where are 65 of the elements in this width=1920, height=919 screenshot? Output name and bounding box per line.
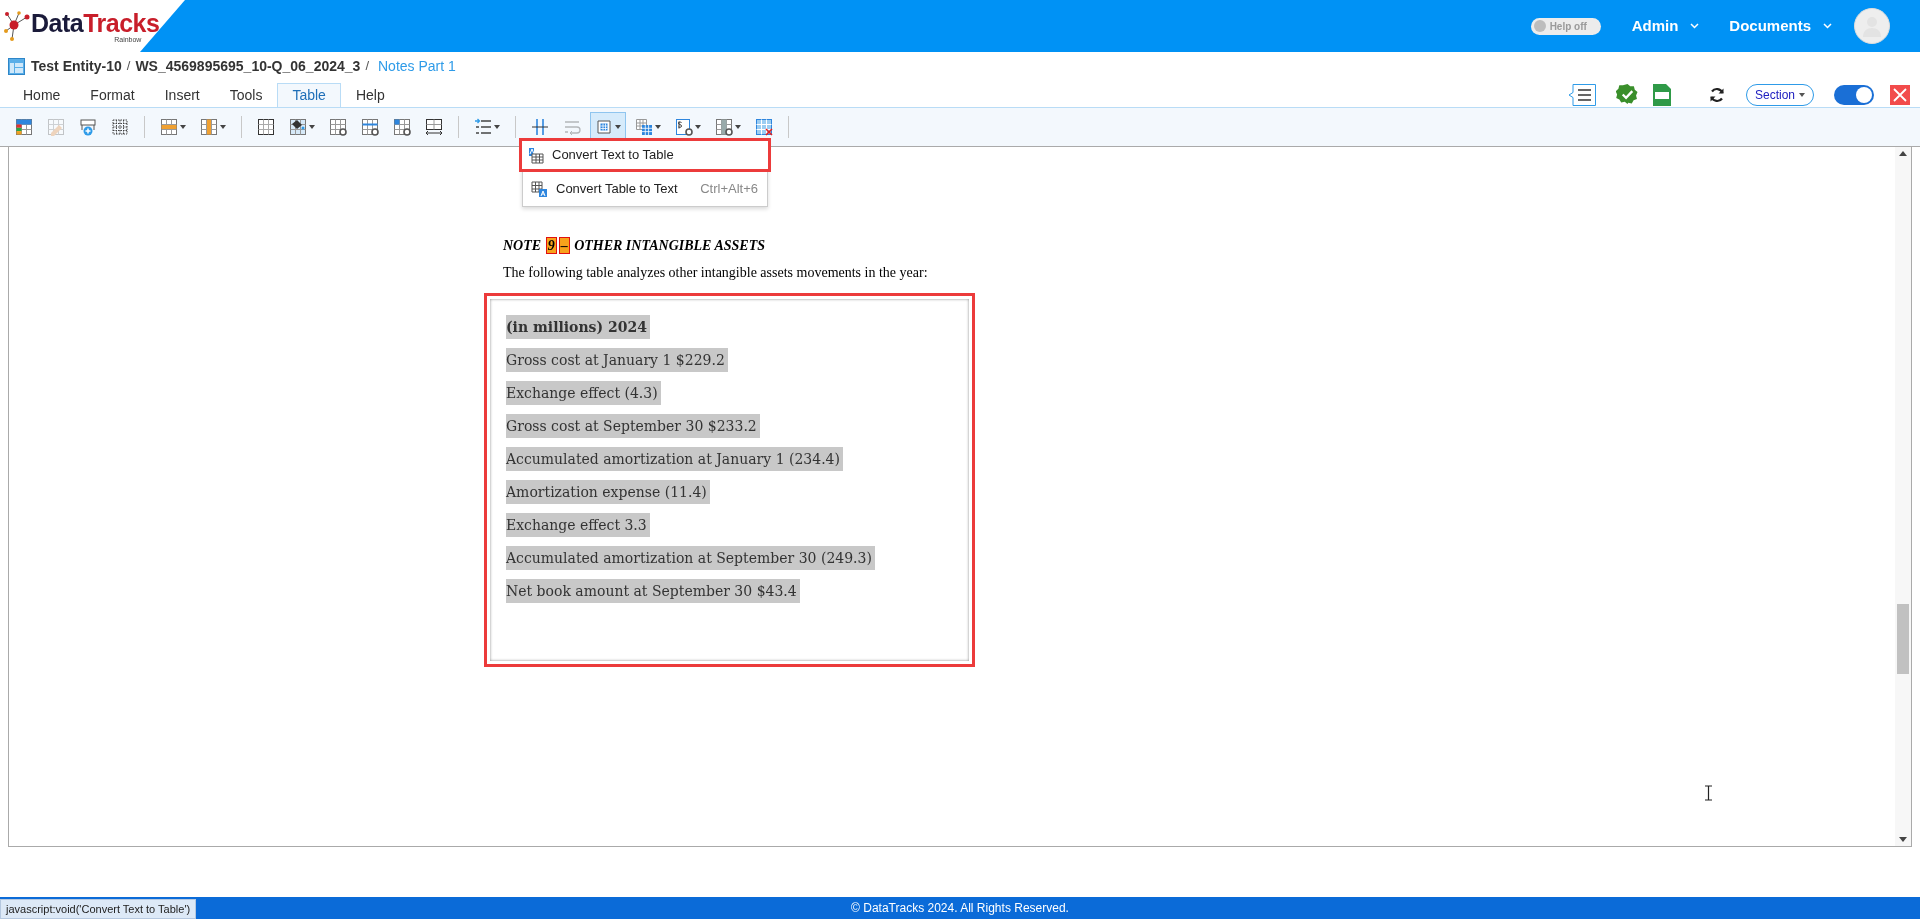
colored-table-icon <box>15 118 33 136</box>
scrollbar[interactable] <box>1895 147 1911 846</box>
ribbon-tab[interactable]: Format <box>75 83 150 107</box>
dotted-grid-icon <box>111 118 129 136</box>
fill-bucket-icon <box>289 118 307 136</box>
caret-icon <box>615 125 621 129</box>
section-dropdown[interactable]: Section <box>1745 83 1814 106</box>
scroll-up-icon[interactable] <box>1899 151 1907 156</box>
table-convert-icon <box>595 118 613 136</box>
copyright-text: © DataTracks 2024. All Rights Reserved. <box>851 900 1069 917</box>
currency-table-icon <box>675 118 693 136</box>
table-add-icon <box>79 118 97 136</box>
table-gear-icon <box>361 118 379 136</box>
comment-list-icon[interactable] <box>1566 82 1597 107</box>
chevron-down-icon <box>1823 23 1832 29</box>
verified-badge-icon[interactable] <box>1615 83 1639 106</box>
close-button[interactable] <box>1890 84 1910 105</box>
caret-icon <box>494 125 500 129</box>
table-pencil-icon <box>47 118 65 136</box>
table-resize-icon <box>425 118 443 136</box>
shortcut-text: Ctrl+Alt+6 <box>700 180 758 199</box>
edit-mode-toggle[interactable] <box>1834 84 1874 105</box>
ribbon-tab[interactable]: Home <box>8 83 76 107</box>
ribbon-tab[interactable]: Insert <box>149 83 215 107</box>
breadcrumb-separator: / <box>126 57 131 76</box>
note-heading: NOTE 9 – OTHER INTANGIBLE ASSETS <box>503 237 766 255</box>
scrollbar-thumb[interactable] <box>1897 604 1909 674</box>
caret-icon <box>180 125 186 129</box>
refresh-icon[interactable] <box>1708 86 1725 103</box>
caret-icon <box>695 125 701 129</box>
breadcrumb-separator: / <box>365 57 369 76</box>
column-lines-icon <box>531 118 549 136</box>
menu-item[interactable]: Convert Table to Text Ctrl+Alt+6 <box>523 172 767 206</box>
chevron-down-icon <box>1690 23 1700 29</box>
status-tooltip: javascript:void('Convert Text to Table') <box>0 899 197 919</box>
table-window-icon <box>8 57 25 75</box>
paragraph: The following table analyzes other intangible assets movements in the year: <box>503 264 929 282</box>
caret-icon <box>1799 92 1805 97</box>
xls-file-icon[interactable] <box>1651 82 1672 107</box>
caret-icon <box>735 125 741 129</box>
text-to-table-icon <box>526 146 544 164</box>
table-grid-icon <box>257 118 275 136</box>
table-gear-icon <box>329 118 347 136</box>
list-indent-icon <box>474 118 492 136</box>
table-gear-icon <box>393 118 411 136</box>
logo-network-icon <box>4 9 30 43</box>
table-column-icon <box>200 118 218 136</box>
menu-item[interactable]: Convert Text to Table <box>519 138 771 172</box>
caret-icon <box>220 125 226 129</box>
ribbon-tab[interactable]: Help <box>340 83 400 107</box>
table-row-icon <box>160 118 178 136</box>
text-cursor-icon <box>1704 785 1713 801</box>
caret-icon <box>655 125 661 129</box>
ribbon-tab[interactable]: Table <box>277 83 341 107</box>
breadcrumb-item[interactable]: WS_4569895695_10-Q_06_2024_3 <box>135 55 361 77</box>
text-wrap-icon <box>563 118 581 136</box>
breadcrumb-item[interactable]: Test Entity-10 <box>31 55 122 77</box>
logo-wordmark: DataTracks <box>31 11 160 36</box>
caret-icon <box>309 125 315 129</box>
table-insert-icon <box>635 118 653 136</box>
table-gear-icon <box>715 118 733 136</box>
scroll-down-icon[interactable] <box>1899 837 1907 842</box>
table-to-text-icon <box>530 180 548 198</box>
ribbon-tab[interactable]: Tools <box>214 83 278 107</box>
table-delete-icon <box>755 118 773 136</box>
